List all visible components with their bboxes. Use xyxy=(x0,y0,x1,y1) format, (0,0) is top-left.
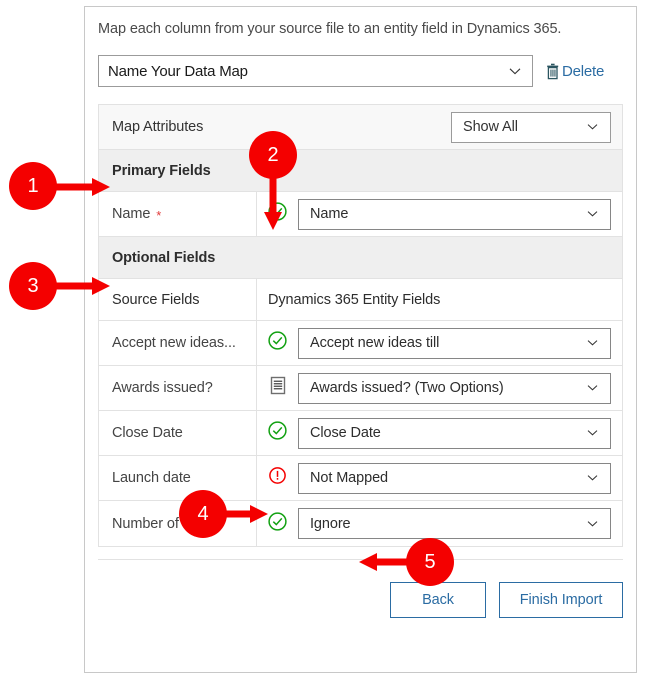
callout-arrow-3 xyxy=(54,277,110,295)
map-attributes-header: Map Attributes Show All xyxy=(99,105,622,150)
check-circle-icon xyxy=(267,511,288,537)
chevron-down-icon xyxy=(586,381,600,395)
table-row: Accept new ideas... Accept new ideas til… xyxy=(99,321,622,366)
optional-fields-label: Optional Fields xyxy=(112,249,216,266)
mapping-status-cell xyxy=(257,411,298,455)
source-field-label: Launch date xyxy=(112,470,191,486)
mapping-status-cell xyxy=(257,366,298,410)
map-name-row: Name Your Data Map Delete xyxy=(98,55,623,87)
target-field-value: Accept new ideas till xyxy=(310,335,440,351)
back-button[interactable]: Back xyxy=(390,582,486,618)
target-field-select[interactable]: Awards issued? (Two Options) xyxy=(298,372,611,404)
column-headers-row: Source Fields Dynamics 365 Entity Fields xyxy=(99,279,622,321)
target-field-select[interactable]: Close Date xyxy=(298,417,611,449)
chevron-down-icon xyxy=(586,120,600,134)
source-fields-header-label: Source Fields xyxy=(112,291,200,308)
source-field-cell: Awards issued? xyxy=(99,366,257,410)
target-field-cell: Accept new ideas till xyxy=(298,321,622,365)
delete-label: Delete xyxy=(562,62,605,80)
check-circle-icon xyxy=(267,330,288,356)
target-field-select[interactable]: Not Mapped xyxy=(298,462,611,494)
source-fields-column-header: Source Fields xyxy=(99,279,257,320)
source-field-cell: Close Date xyxy=(99,411,257,455)
table-row: Close Date Close Date xyxy=(99,411,622,456)
attribute-mapping-table: Map Attributes Show All Primary Fields N… xyxy=(98,104,623,547)
show-all-filter-select[interactable]: Show All xyxy=(451,111,611,143)
callout-marker-4: 4 xyxy=(179,490,227,538)
chevron-down-icon xyxy=(508,64,522,78)
trash-icon xyxy=(546,63,561,80)
source-field-cell: Accept new ideas... xyxy=(99,321,257,365)
target-field-cell: Close Date xyxy=(298,411,622,455)
target-field-cell: Name xyxy=(298,192,622,236)
show-all-value: Show All xyxy=(463,119,518,135)
required-asterisk: * xyxy=(156,207,162,223)
callout-arrow-4 xyxy=(222,505,268,523)
chevron-down-icon xyxy=(586,426,600,440)
source-field-label: Accept new ideas... xyxy=(112,335,236,351)
section-header-primary-fields: Primary Fields xyxy=(99,150,622,192)
chevron-down-icon xyxy=(586,471,600,485)
map-attributes-label: Map Attributes xyxy=(112,119,204,135)
intro-description: Map each column from your source file to… xyxy=(98,21,562,37)
finish-import-button[interactable]: Finish Import xyxy=(499,582,623,618)
table-row: Name * Name xyxy=(99,192,622,237)
callout-arrow-1 xyxy=(54,178,110,196)
target-field-value: Not Mapped xyxy=(310,470,388,486)
callout-marker-5: 5 xyxy=(406,538,454,586)
list-document-icon xyxy=(268,375,288,401)
chevron-down-icon xyxy=(586,517,600,531)
target-field-value: Ignore xyxy=(310,515,351,532)
mapping-status-cell xyxy=(257,456,298,500)
target-fields-header-label: Dynamics 365 Entity Fields xyxy=(268,291,441,308)
callout-marker-3: 3 xyxy=(9,262,57,310)
section-header-optional-fields: Optional Fields xyxy=(99,237,622,279)
target-field-value: Name xyxy=(310,206,349,222)
source-field-cell: Launch date xyxy=(99,456,257,500)
map-name-select[interactable]: Name Your Data Map xyxy=(98,55,533,87)
target-fields-column-header: Dynamics 365 Entity Fields xyxy=(257,279,622,320)
source-field-label: Close Date xyxy=(112,425,183,441)
chevron-down-icon xyxy=(586,207,600,221)
primary-fields-label: Primary Fields xyxy=(112,162,211,179)
error-circle-icon xyxy=(268,466,287,490)
target-field-select[interactable]: Accept new ideas till xyxy=(298,327,611,359)
target-field-select[interactable]: Ignore xyxy=(298,508,611,539)
callout-marker-1: 1 xyxy=(9,162,57,210)
target-field-select[interactable]: Name xyxy=(298,198,611,230)
check-circle-icon xyxy=(267,420,288,446)
data-map-dialog: Map each column from your source file to… xyxy=(84,6,637,673)
table-row: Launch date Not Mapped xyxy=(99,456,622,501)
map-name-value: Name Your Data Map xyxy=(108,62,248,80)
delete-map-button[interactable]: Delete xyxy=(546,63,604,80)
dialog-content: Map each column from your source file to… xyxy=(98,19,623,618)
target-field-cell: Ignore xyxy=(298,501,622,546)
target-field-cell: Not Mapped xyxy=(298,456,622,500)
chevron-down-icon xyxy=(586,336,600,350)
target-field-value: Close Date xyxy=(310,425,381,441)
mapping-status-cell xyxy=(257,321,298,365)
callout-marker-2: 2 xyxy=(249,131,297,179)
source-field-label: Name xyxy=(112,206,151,222)
table-row: Awards issued? Awards issued? (Two Optio… xyxy=(99,366,622,411)
source-field-label: Awards issued? xyxy=(112,380,213,396)
target-field-value: Awards issued? (Two Options) xyxy=(310,380,504,396)
target-field-cell: Awards issued? (Two Options) xyxy=(298,366,622,410)
table-row: Number of ideas Ignore xyxy=(99,501,622,546)
source-field-cell: Name * xyxy=(99,192,257,236)
dialog-footer: Back Finish Import xyxy=(98,582,623,618)
